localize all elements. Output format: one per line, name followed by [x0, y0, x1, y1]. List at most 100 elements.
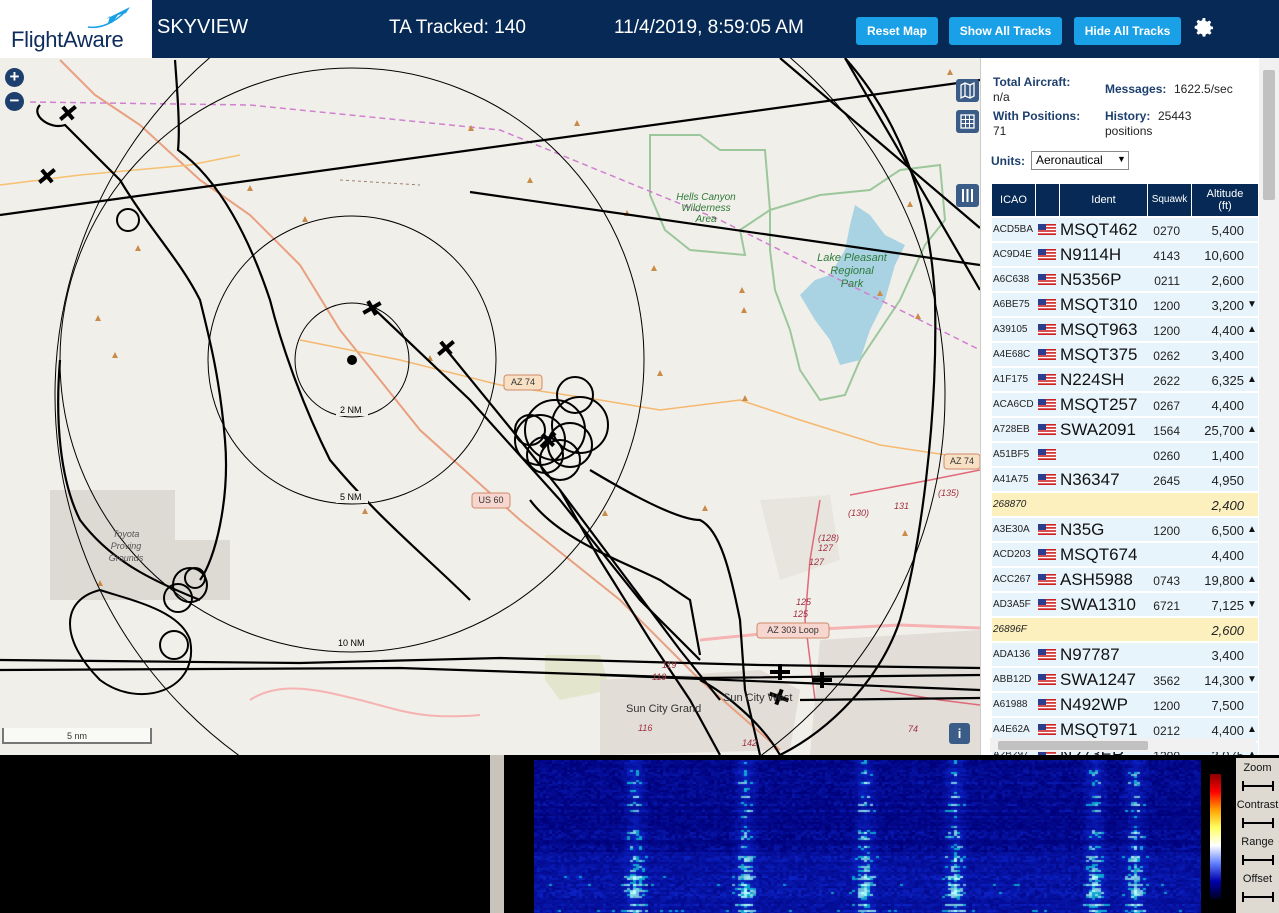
col-header-flag[interactable]	[1036, 184, 1060, 216]
road-red	[849, 469, 980, 496]
table-row[interactable]: A4E68C MSQT375 0262 3,400	[992, 343, 1258, 367]
row-altitude: 2,400	[1211, 498, 1244, 513]
show-all-tracks-button[interactable]: Show All Tracks	[949, 17, 1062, 45]
us-flag-icon	[1038, 274, 1056, 285]
table-horizontal-scrollbar[interactable]	[990, 738, 1256, 752]
row-ident: MSQT257	[1060, 395, 1138, 414]
row-altitude-trend: ▲	[1247, 424, 1257, 435]
row-ident: MSQT963	[1060, 320, 1138, 339]
road-number: (135)	[938, 488, 960, 498]
contrast-slider[interactable]	[1241, 817, 1275, 829]
table-row[interactable]: ADA136 N97787 3,400	[992, 643, 1258, 667]
row-ident: MSQT375	[1060, 345, 1138, 364]
row-icao: A3E30A	[993, 524, 1030, 535]
road-number: (130)	[848, 508, 870, 518]
panel-divider[interactable]	[490, 755, 504, 913]
table-row[interactable]: A6BE75 MSQT310 1200 3,200 ▼	[992, 293, 1258, 317]
table-row[interactable]: ACD203 MSQT674 4,400	[992, 543, 1258, 567]
col-header-icao[interactable]: ICAO	[992, 184, 1036, 216]
us60-road	[59, 59, 781, 751]
table-row[interactable]: A41A75 N36347 2645 4,950	[992, 468, 1258, 492]
sun-city-grand-label: Sun City Grand	[626, 703, 702, 715]
hide-all-tracks-button[interactable]: Hide All Tracks	[1074, 17, 1181, 45]
table-row[interactable]: A51BF5 0260 1,400	[992, 443, 1258, 467]
ring-label-10nm: 10 NM	[338, 638, 365, 648]
table-row[interactable]: ACA6CD MSQT257 0267 4,400	[992, 393, 1258, 417]
flightaware-logo[interactable]: FlightAware	[0, 0, 152, 58]
table-header: ICAO Ident Squawk Altitude (ft)	[992, 184, 1258, 216]
gear-icon[interactable]	[1192, 16, 1216, 40]
row-ident: N9114H	[1060, 245, 1122, 264]
table-row[interactable]: ACD5BA MSQT462 0270 5,400	[992, 218, 1258, 242]
info-icon[interactable]: i	[949, 723, 970, 744]
road-number: 74	[908, 724, 919, 734]
us-flag-icon	[1038, 249, 1056, 260]
reset-map-button[interactable]: Reset Map	[856, 17, 938, 45]
row-icao: A4E62A	[993, 724, 1030, 735]
row-altitude: 19,800	[1204, 573, 1244, 588]
table-row[interactable]: A1F175 N224SH 2622 6,325 ▲	[992, 368, 1258, 392]
altitude-header-label: Altitude	[1206, 188, 1244, 200]
us-flag-icon	[1038, 724, 1056, 735]
row-ident: N97787	[1060, 645, 1120, 664]
row-icao: ABB12D	[993, 674, 1032, 685]
row-ident: N492WP	[1060, 695, 1129, 714]
columns-icon[interactable]	[956, 184, 979, 207]
table-row[interactable]: 268870 2,400	[992, 493, 1258, 517]
table-row[interactable]: A61988 N492WP 1200 7,500	[992, 693, 1258, 717]
az303-shield-label: AZ 303 Loop	[767, 625, 819, 635]
col-header-altitude[interactable]: Altitude (ft)	[1192, 184, 1258, 216]
col-header-squawk[interactable]: Squawk	[1148, 184, 1192, 216]
table-row[interactable]: A728EB SWA2091 1564 25,700 ▲	[992, 418, 1258, 442]
total-aircraft-value: n/a	[993, 90, 1010, 104]
map-layers-icon[interactable]	[956, 79, 979, 102]
table-row[interactable]: ACC267 ASH5988 0743 19,800 ▲	[992, 568, 1258, 592]
zoom-in-icon[interactable]: +	[5, 68, 24, 87]
grid-glyph	[960, 114, 975, 129]
range-slider[interactable]	[1241, 854, 1275, 866]
row-altitude-trend: ▼	[1247, 674, 1257, 685]
zoom-out-icon[interactable]: −	[5, 92, 24, 111]
waterfall-display	[534, 760, 1201, 913]
row-squawk: 3562	[1153, 674, 1180, 688]
offset-slider[interactable]	[1241, 891, 1275, 903]
grid-icon[interactable]	[956, 110, 979, 133]
zoom-label: Zoom	[1243, 762, 1272, 774]
row-icao: 26896F	[993, 624, 1027, 635]
sidebar-scrollbar[interactable]	[1259, 58, 1279, 755]
units-select[interactable]: Aeronautical	[1031, 151, 1129, 170]
table-row[interactable]: A6C638 N5356P 0211 2,600	[992, 268, 1258, 292]
us-flag-icon	[1038, 599, 1056, 610]
row-squawk: 6721	[1153, 599, 1180, 613]
col-header-ident[interactable]: Ident	[1060, 184, 1148, 216]
scrollbar-thumb[interactable]	[1263, 70, 1275, 200]
table-row[interactable]: A3E30A N35G 1200 6,500 ▲	[992, 518, 1258, 542]
table-row[interactable]: AD3A5F SWA1310 6721 7,125 ▼	[992, 593, 1258, 617]
zoom-slider[interactable]	[1241, 780, 1275, 792]
row-squawk: 0267	[1153, 399, 1180, 413]
messages-value: 1622.5/sec	[1174, 82, 1233, 96]
row-icao: ACA6CD	[993, 399, 1034, 410]
toyota-line1: Toyota	[112, 529, 140, 539]
messages-label: Messages:	[1105, 82, 1167, 96]
us-flag-icon	[1038, 324, 1056, 335]
table-row[interactable]: A39105 MSQT963 1200 4,400 ▲	[992, 318, 1258, 342]
lake-pleasant-line3: Park	[840, 278, 864, 290]
row-altitude: 2,600	[1211, 273, 1244, 288]
table-row[interactable]: AC9D4E N9114H 4143 10,600	[992, 243, 1258, 267]
row-altitude: 25,700	[1204, 423, 1244, 438]
lake-pleasant-line1: Lake Pleasant	[817, 252, 887, 264]
table-row[interactable]: 26896F 2,600	[992, 618, 1258, 642]
boundary-dashed	[339, 179, 421, 186]
altitude-header-unit: (ft)	[1218, 200, 1232, 212]
scrollbar-thumb[interactable]	[998, 741, 1148, 750]
road-pink	[249, 687, 481, 718]
map-view[interactable]: Hells Canyon Wilderness Area Lake Pleasa…	[0, 58, 980, 755]
us-flag-icon	[1038, 474, 1056, 485]
row-altitude: 5,400	[1211, 223, 1244, 238]
az74-shield-label: AZ 74	[510, 377, 535, 387]
row-squawk: 4143	[1153, 249, 1180, 263]
table-row[interactable]: ABB12D SWA1247 3562 14,300 ▼	[992, 668, 1258, 692]
row-altitude-trend: ▲	[1247, 374, 1257, 385]
row-icao: ACD203	[993, 549, 1031, 560]
